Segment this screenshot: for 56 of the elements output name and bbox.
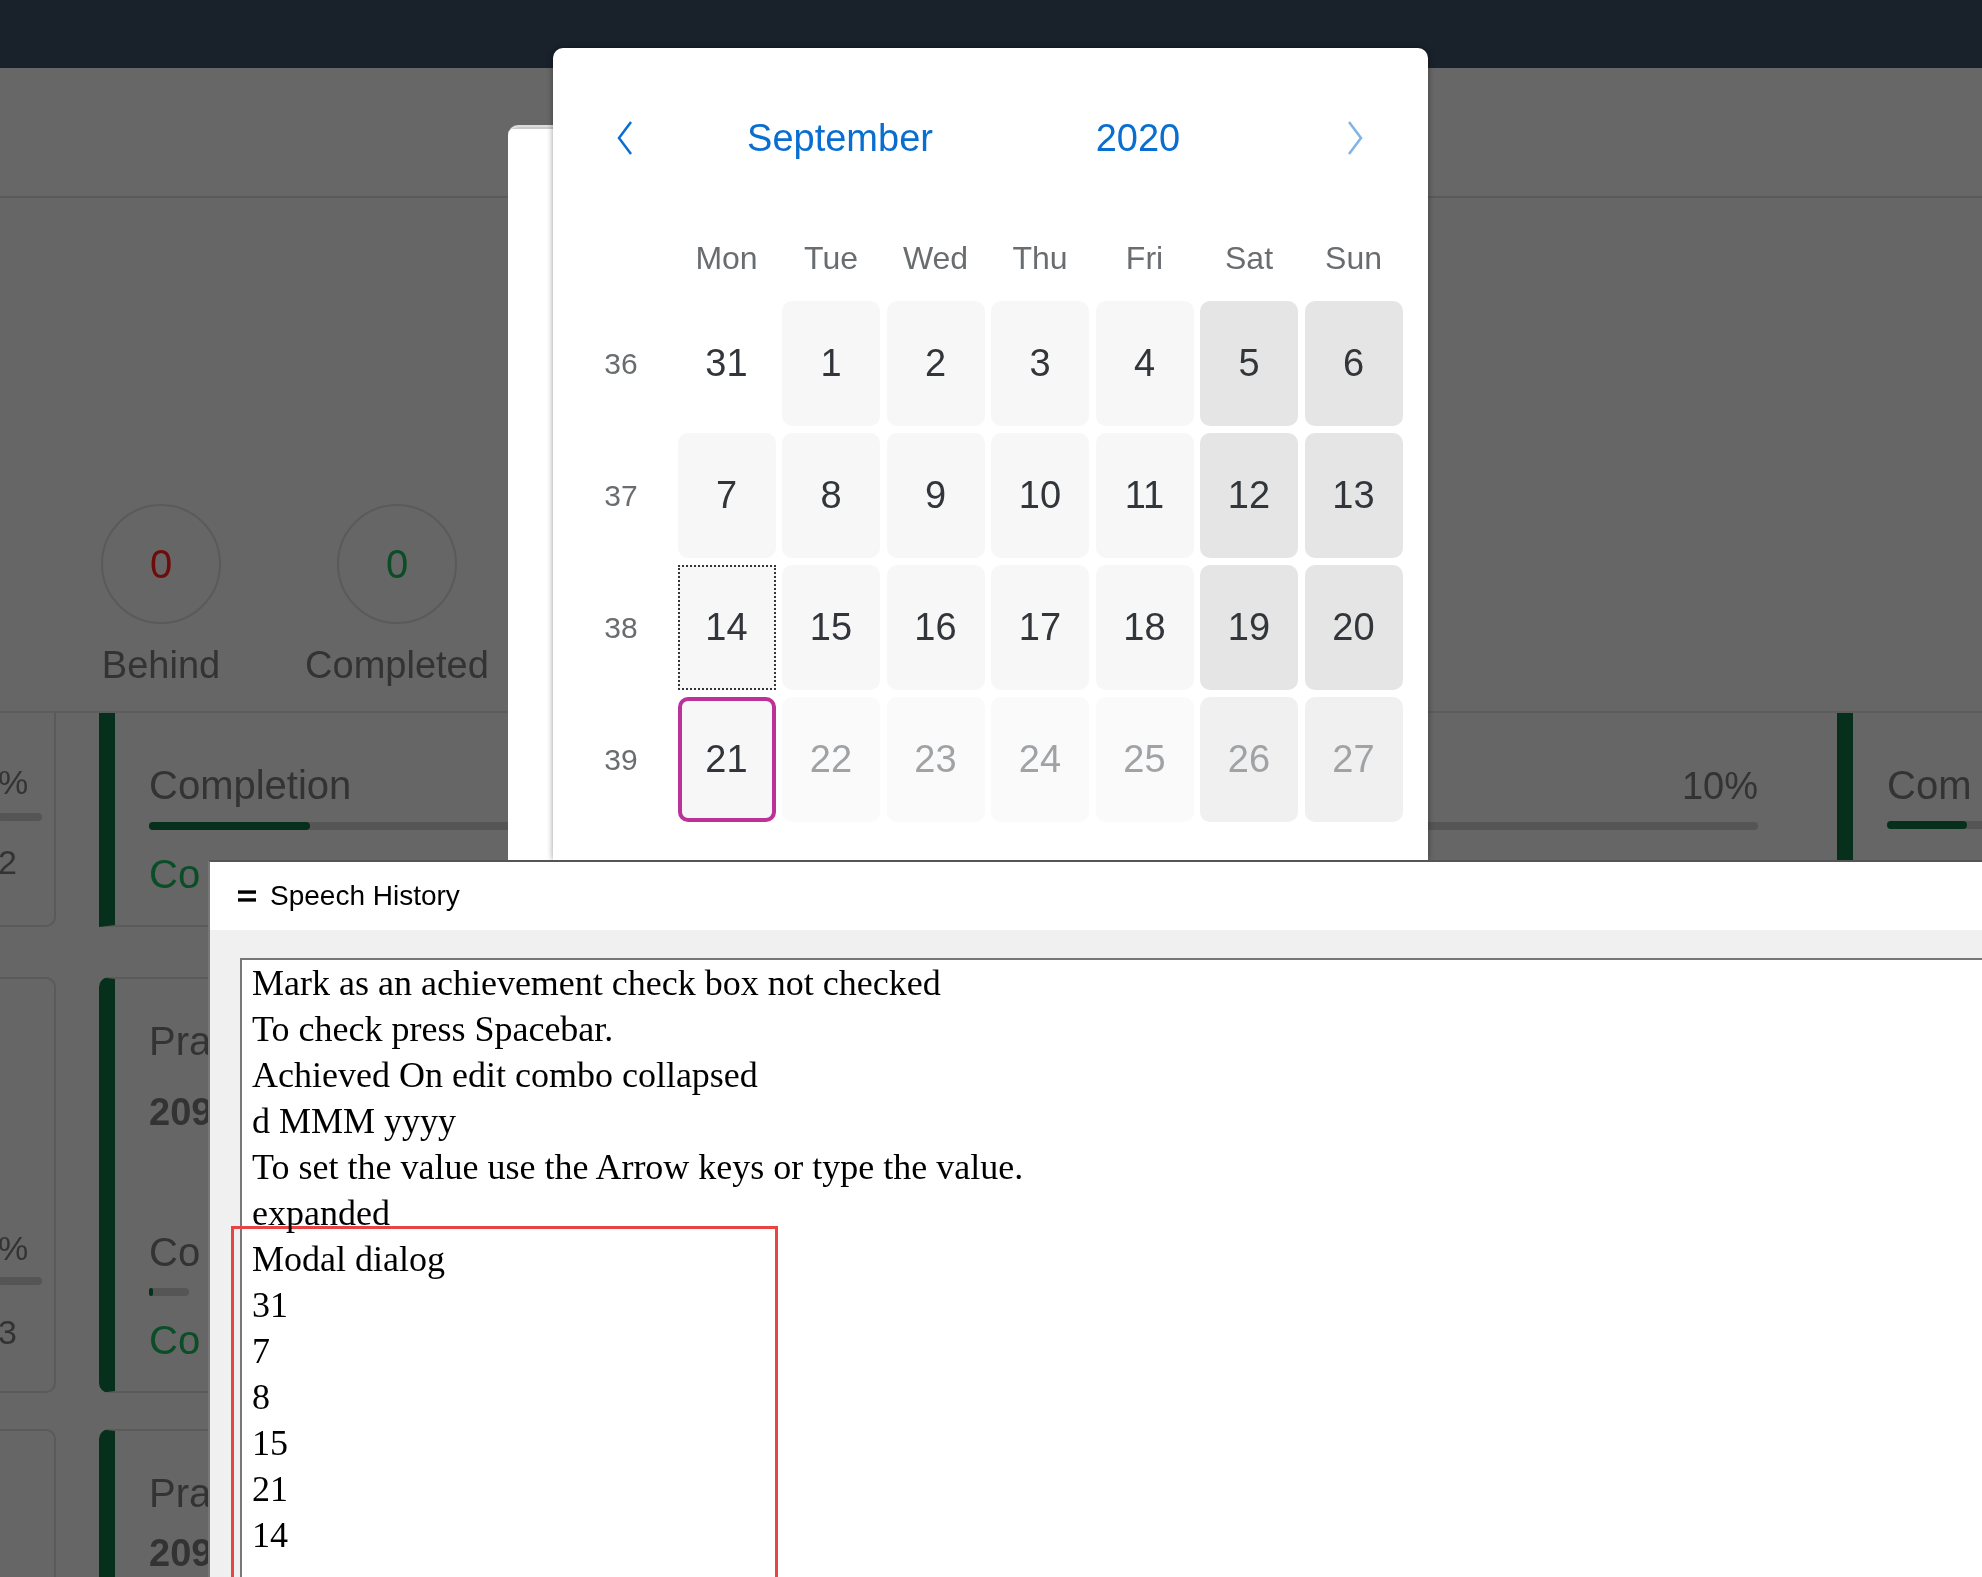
day-cell[interactable]: 1 — [782, 301, 880, 426]
day-cell[interactable]: 8 — [782, 433, 880, 558]
weekday-label: Sat — [1224, 238, 1274, 278]
speech-line: To check press Spacebar. — [252, 1008, 615, 1051]
week-number: 37 — [603, 477, 639, 514]
speech-line: expanded — [252, 1192, 391, 1235]
percent-text: % — [0, 763, 29, 802]
weekday-label: Wed — [901, 238, 970, 278]
speech-line: 15 — [252, 1422, 289, 1465]
speech-line: 7 — [252, 1330, 271, 1373]
count-value: 0 — [149, 541, 173, 587]
day-cell[interactable]: 21 — [677, 697, 776, 822]
day-cell[interactable]: 15 — [782, 565, 880, 690]
weekday-label: Tue — [803, 238, 859, 278]
speech-line: Modal dialog — [252, 1238, 446, 1281]
day-cell[interactable]: 7 — [677, 433, 776, 558]
speech-line: Achieved On edit combo collapsed — [252, 1054, 759, 1097]
speech-line: 8 — [252, 1376, 271, 1419]
previous-icon[interactable] — [615, 120, 635, 156]
day-cell[interactable]: 3 — [991, 301, 1089, 426]
weekday-label: Fri — [1124, 238, 1165, 278]
day-cell[interactable]: 14 — [677, 565, 776, 690]
year-button[interactable]: 2020 — [997, 116, 1279, 160]
day-cell[interactable]: 20 — [1304, 565, 1403, 690]
day-cell[interactable]: 16 — [886, 565, 985, 690]
percent-text: % — [0, 1229, 29, 1268]
week-number: 36 — [603, 345, 639, 382]
status-text: Co — [149, 1318, 201, 1363]
week-number: 39 — [603, 741, 639, 778]
day-cell[interactable]: 5 — [1200, 301, 1298, 426]
speech-line: Mark as an achievement check box not checked — [252, 962, 942, 1005]
day-cell[interactable]: 4 — [1095, 301, 1194, 426]
speech-line: 21 — [252, 1468, 289, 1511]
speech-line: To set the value use the Arrow keys or type the value. — [252, 1146, 1025, 1189]
day-cell[interactable]: 13 — [1304, 433, 1403, 558]
day-cell[interactable]: 11 — [1095, 433, 1194, 558]
weekday-label: Mon — [694, 238, 759, 278]
speech-line: 31 — [252, 1284, 289, 1327]
speech-line: 14 — [252, 1514, 289, 1557]
day-cell[interactable]: 10 — [991, 433, 1089, 558]
month-button[interactable]: September — [683, 116, 997, 160]
weekday-label: Sun — [1324, 238, 1383, 278]
weekday-label: Thu — [1011, 238, 1069, 278]
window-title: Speech History — [270, 880, 460, 912]
status-text: Co — [149, 852, 201, 897]
count-value: 0 — [385, 541, 409, 587]
speech-line: d MMM yyyy — [252, 1100, 458, 1143]
day-cell[interactable]: 19 — [1200, 565, 1298, 690]
day-cell[interactable]: 2 — [886, 301, 985, 426]
day-cell[interactable]: 12 — [1200, 433, 1298, 558]
menu-icon[interactable] — [238, 889, 256, 903]
week-number: 38 — [603, 609, 639, 646]
day-cell[interactable]: 6 — [1304, 301, 1403, 426]
day-cell[interactable]: 17 — [991, 565, 1089, 690]
day-cell[interactable]: 18 — [1095, 565, 1194, 690]
day-cell[interactable]: 9 — [886, 433, 985, 558]
